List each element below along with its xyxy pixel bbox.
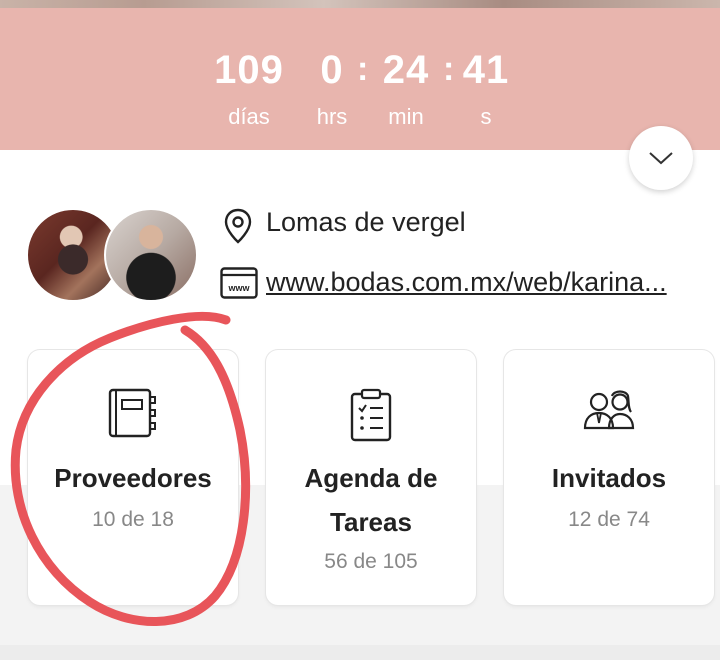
seconds-value: 41 [462,48,510,92]
countdown-banner: 109 días 0 hrs : 24 min : 41 s [0,8,720,150]
card-count: 10 de 18 [92,508,174,531]
event-website-link[interactable]: www.bodas.com.mx/web/karina... [266,267,667,298]
card-title: Proveedores [54,463,212,493]
location-pin-icon [224,208,252,244]
seconds-label: s [480,104,492,129]
card-count: 56 de 105 [324,550,418,573]
event-location: Lomas de vergel [266,207,466,237]
card-invitados[interactable]: Invitados 12 de 74 [504,350,714,605]
cover-photo-strip [0,0,720,8]
card-title-line1: Agenda de [304,463,438,493]
web-icon-text: www [227,283,250,293]
card-title: Invitados [551,463,667,493]
card-proveedores[interactable]: Proveedores 10 de 18 [28,350,238,605]
avatar[interactable] [104,208,198,302]
card-title-line2: Tareas [330,507,412,537]
chevron-down-icon [649,152,673,165]
card-agenda-de-tareas[interactable]: Agenda de Tareas 56 de 105 [266,350,476,605]
clipboard-checklist-icon [350,388,392,442]
web-icon: www [220,267,258,299]
expand-button[interactable] [629,126,693,190]
bottom-bar [0,645,720,660]
card-count: 12 de 74 [568,508,650,531]
notebook-icon [108,388,156,438]
guests-couple-icon [583,390,635,430]
